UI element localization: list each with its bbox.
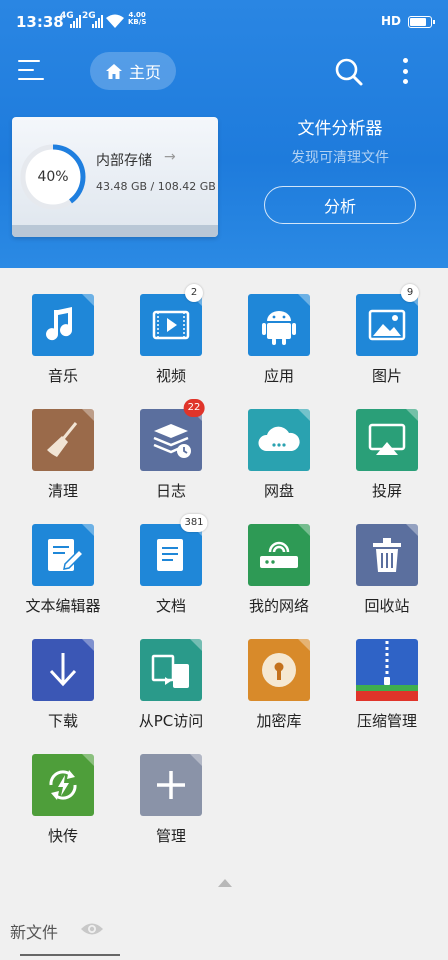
grid-item-download[interactable]: 下载 — [8, 613, 116, 730]
status-time: 13:38 — [16, 13, 64, 31]
analyzer-title: 文件分析器 — [297, 119, 383, 139]
speed-unit: KB/S — [128, 18, 147, 26]
eye-icon[interactable] — [80, 921, 104, 937]
arrow-right-icon: → — [164, 149, 176, 165]
more-options-icon[interactable] — [397, 56, 413, 86]
grid-item-pc-access[interactable]: 从PC访问 — [116, 613, 224, 730]
grid-item-image[interactable]: 图片 9 — [332, 268, 440, 385]
count-badge: 2 — [185, 284, 203, 302]
storage-percent: 40% — [37, 169, 69, 185]
grid-item-android[interactable]: 应用 — [224, 268, 332, 385]
grid-item-trash[interactable]: 回收站 — [332, 498, 440, 615]
collapse-arrow-icon[interactable] — [218, 879, 232, 887]
home-label: 主页 — [128, 63, 161, 82]
storage-name: 内部存储 — [96, 153, 152, 169]
header: 13:38 4G 2G 4.00 KB/S HD 主页 40% 内部存储 → 4… — [0, 0, 448, 268]
lock-icon — [248, 639, 310, 701]
cut-off-content — [20, 954, 120, 960]
router-icon — [248, 524, 310, 586]
image-icon — [356, 294, 418, 356]
signal-1-icon — [70, 14, 81, 28]
cast-icon — [356, 409, 418, 471]
grid-item-video[interactable]: 视频 2 — [116, 268, 224, 385]
editor-icon — [32, 524, 94, 586]
grid-item-lock[interactable]: 加密库 — [224, 613, 332, 730]
home-icon — [105, 63, 122, 79]
cloud-icon — [248, 409, 310, 471]
grid-item-log[interactable]: 日志 22 — [116, 383, 224, 500]
grid-item-label: 加密库 — [256, 712, 302, 730]
grid-item-zip[interactable]: 压缩管理 — [332, 613, 440, 730]
grid-item-label: 管理 — [155, 827, 186, 845]
pc-access-icon — [140, 639, 202, 701]
count-badge: 9 — [401, 284, 419, 302]
internal-storage-card[interactable]: 40% 内部存储 → 43.48 GB / 108.42 GB — [12, 117, 218, 237]
log-icon — [140, 409, 202, 471]
battery-icon — [408, 16, 435, 28]
menu-button[interactable] — [18, 58, 44, 82]
count-badge: 381 — [180, 514, 208, 532]
search-icon[interactable] — [334, 57, 364, 87]
analyzer-subtitle: 发现可清理文件 — [291, 150, 389, 166]
grid-item-label: 压缩管理 — [356, 712, 417, 730]
quick-send-icon — [32, 754, 94, 816]
grid-item-broom[interactable]: 清理 — [8, 383, 116, 500]
grid-item-cloud[interactable]: 网盘 — [224, 383, 332, 500]
grid-item-editor[interactable]: 文本编辑器 — [8, 498, 116, 615]
grid-item-router[interactable]: 我的网络 — [224, 498, 332, 615]
grid-item-document[interactable]: 文档 381 — [116, 498, 224, 615]
grid-item-quick-send[interactable]: 快传 — [8, 728, 116, 845]
signal-2-icon — [92, 14, 103, 28]
analyze-button[interactable]: 分析 — [264, 186, 416, 224]
hd-indicator: HD — [381, 14, 402, 28]
broom-icon — [32, 409, 94, 471]
music-icon — [32, 294, 94, 356]
document-icon — [140, 524, 202, 586]
home-button[interactable]: 主页 — [90, 52, 176, 90]
wifi-icon — [106, 14, 124, 28]
download-icon — [32, 639, 94, 701]
status-bar: 13:38 4G 2G 4.00 KB/S HD — [0, 0, 448, 40]
trash-icon — [356, 524, 418, 586]
grid-item-add[interactable]: 管理 — [116, 728, 224, 845]
storage-size: 43.48 GB / 108.42 GB — [96, 180, 216, 193]
add-icon — [140, 754, 202, 816]
zip-icon — [356, 639, 418, 701]
android-icon — [248, 294, 310, 356]
recent-files-title: 新文件 — [10, 923, 59, 942]
video-icon — [140, 294, 202, 356]
network-speed: 4.00 KB/S — [128, 12, 146, 26]
grid-item-music[interactable]: 音乐 — [8, 268, 116, 385]
count-badge: 22 — [183, 399, 205, 417]
grid-item-cast[interactable]: 投屏 — [332, 383, 440, 500]
grid-item-label: 快传 — [47, 827, 78, 845]
